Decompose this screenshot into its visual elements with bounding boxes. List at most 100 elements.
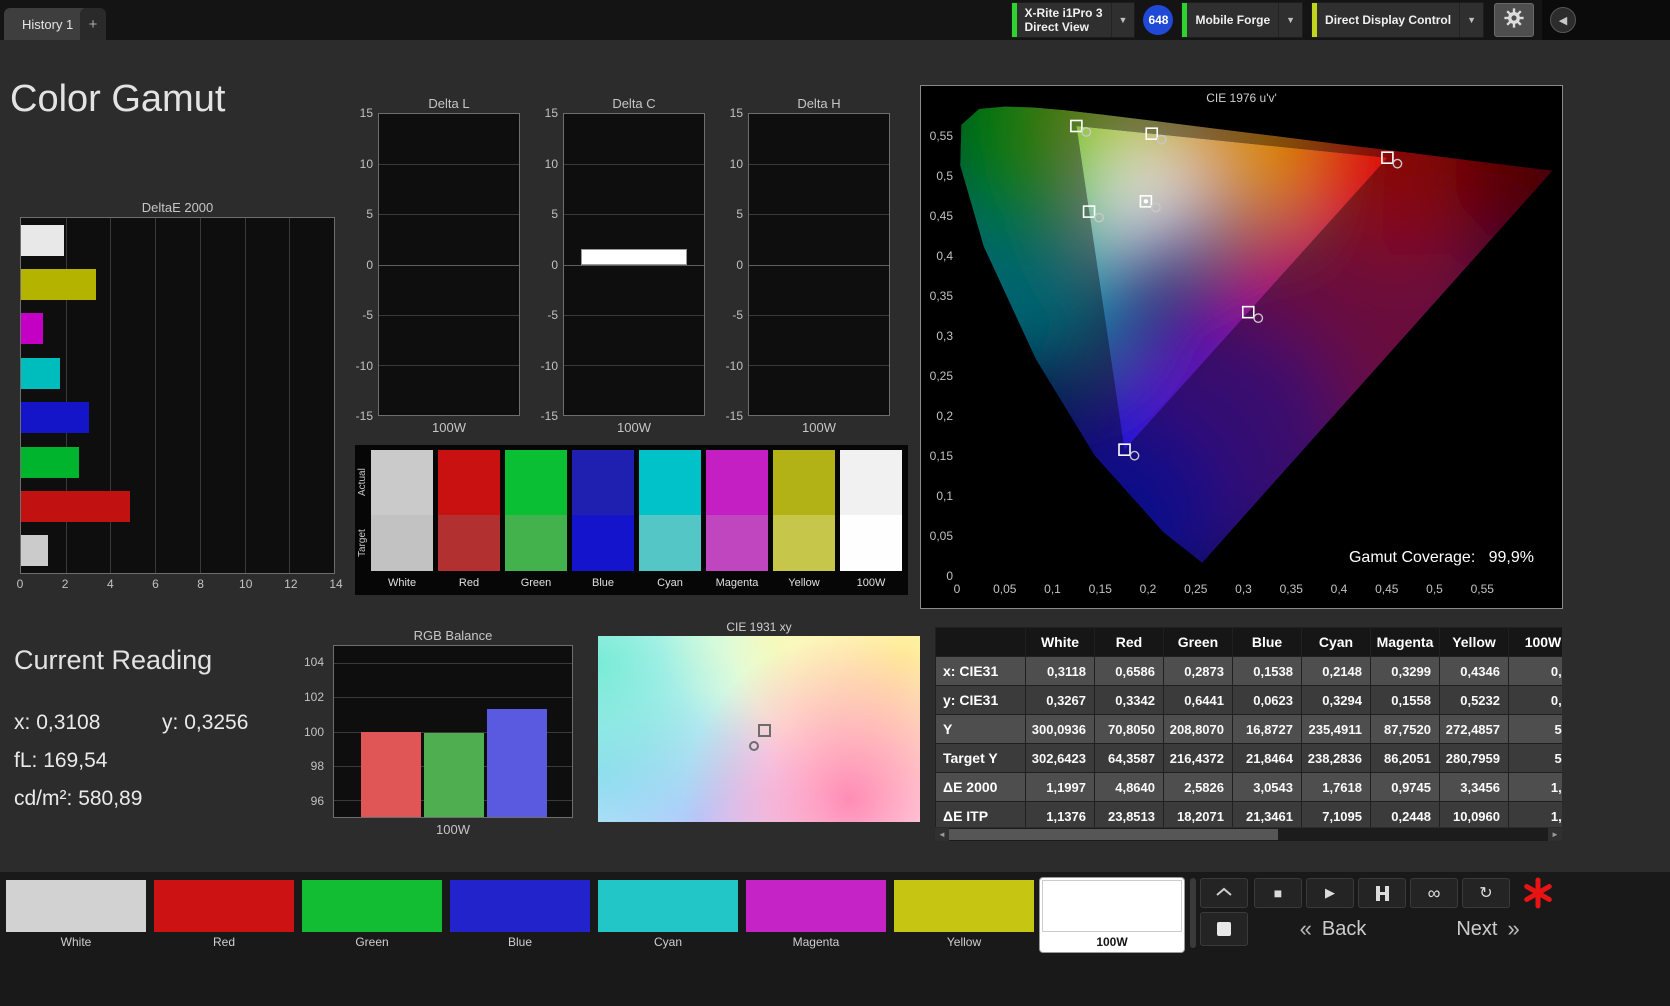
display-control-selector[interactable]: Direct Display Control ▼ [1311, 2, 1484, 38]
scrollbar-track[interactable] [949, 828, 1548, 841]
scroll-up-button[interactable] [1200, 878, 1248, 908]
scroll-right-icon[interactable]: ► [1548, 828, 1562, 841]
pattern-window-button[interactable] [1200, 912, 1248, 946]
rgb-balance-x-label: 100W [436, 822, 470, 837]
y-axis: 15 10 5 0 -5 -10 -15 [529, 106, 563, 423]
swatch-label: White [60, 935, 92, 949]
cie1976-axes: 0 0,05 0,1 0,15 0,2 0,25 0,3 0,35 0,4 0,45 0,5 0,55… [921, 86, 1562, 608]
table-cell: 235,4911 [1301, 714, 1371, 744]
table-row: Y 300,0936 70,8050 208,8070 16,8727 235,4911 8… [935, 714, 1562, 744]
table-row: Target Y 302,6423 64,3587 216,4372 21,8464 23… [935, 743, 1562, 773]
current-reading-title: Current Reading [14, 645, 213, 675]
deltae-bar-cyan [21, 357, 61, 389]
gamut-coverage-value: 99,9% [1488, 549, 1534, 566]
stop-button[interactable]: ■ [1254, 878, 1302, 908]
new-tab-button[interactable]: + [80, 8, 106, 40]
pause-icon [1375, 885, 1389, 901]
deltae2000-x-axis: 0 2 4 6 8 10 12 14 [17, 577, 343, 591]
swatch-label: Yellow [946, 935, 982, 949]
cie1976-title: CIE 1976 u'v' [1206, 91, 1277, 105]
table-header-cell [935, 627, 1026, 657]
deltae-bar-row [21, 218, 334, 262]
pattern-swatch-green[interactable]: Green [300, 878, 444, 952]
settings-gear-button[interactable] [1494, 3, 1534, 37]
gamut-coverage-label: Gamut Coverage: [1348, 549, 1476, 566]
gridline [749, 314, 889, 316]
table-row: x: CIE31 0,3118 0,6586 0,2873 0,1538 0,2148 0,… [935, 656, 1562, 686]
table-header-cell: White [1025, 627, 1095, 657]
back-button[interactable]: « Back [1254, 912, 1412, 946]
row-label: ΔE ITP [935, 801, 1026, 827]
table-cell: 0,3 [1508, 656, 1562, 686]
table-cell: 0,3118 [1025, 656, 1095, 686]
chart-title: Delta H [797, 96, 841, 111]
deltae2000-chart-title: DeltaE 2000 [141, 200, 214, 215]
chevron-down-icon[interactable]: ▼ [1110, 3, 1135, 37]
table-cell: 2,5826 [1163, 772, 1233, 802]
calibrate-asterisk-button[interactable] [1518, 876, 1558, 914]
axis-tick-label: 96 [310, 793, 324, 808]
axis-label: 100W [432, 420, 466, 435]
table-header-cell: Blue [1232, 627, 1302, 657]
refresh-button[interactable]: ↻ [1462, 878, 1510, 908]
compare-column-red: Red [438, 450, 500, 589]
delta-chart-delta-c: Delta C 15 10 5 0 -5 -10 -15 100W [529, 96, 705, 435]
chart-plot [563, 113, 705, 416]
swatch-color [1042, 880, 1182, 932]
pattern-swatch-blue[interactable]: Blue [448, 878, 592, 952]
swatch-label: 100W [1096, 935, 1128, 949]
cie1931-title: CIE 1931 xy [726, 620, 792, 634]
meter-selector[interactable]: X-Rite i1Pro 3 Direct View ▼ [1010, 2, 1136, 38]
gridline [564, 364, 704, 366]
compare-column-green: Green [505, 450, 567, 589]
axis-tick-label: 0,05 [929, 529, 953, 543]
swatch-label: Blue [591, 577, 615, 589]
table-scrollbar[interactable]: ◄ ► [935, 828, 1562, 841]
play-button[interactable]: ▶ [1306, 878, 1354, 908]
deltae-bar-row [21, 307, 334, 351]
pattern-swatch-white[interactable]: White [4, 878, 148, 952]
continuous-measure-button[interactable]: ∞ [1410, 878, 1458, 908]
axis-tick-label: 0,55 [929, 129, 953, 143]
next-button[interactable]: Next » [1414, 912, 1562, 946]
actual-swatch [371, 450, 433, 515]
source-name: Mobile Forge [1195, 13, 1271, 27]
axis-tick-label: 0,05 [993, 582, 1017, 596]
table-row: ΔE ITP 1,1376 23,8513 18,2071 21,3461 7,1095 0… [935, 801, 1562, 827]
axis-tick-label: 0,45 [929, 209, 953, 223]
pause-button[interactable] [1358, 878, 1406, 908]
pattern-swatch-yellow[interactable]: Yellow [892, 878, 1036, 952]
target-swatch [706, 515, 768, 571]
table-cell: 0,3342 [1094, 685, 1164, 715]
swatch-color [746, 880, 886, 932]
meter-line1: X-Rite i1Pro 3 [1024, 6, 1103, 20]
pattern-swatch-cyan[interactable]: Cyan [596, 878, 740, 952]
chevron-down-icon[interactable]: ▼ [1459, 3, 1483, 37]
table-cell: 0,2873 [1163, 656, 1233, 686]
collapse-panel-button[interactable]: ◀ [1550, 7, 1576, 33]
table-cell: 1,1997 [1025, 772, 1095, 802]
axis-tick-label: 10 [359, 156, 373, 171]
pattern-swatch-magenta[interactable]: Magenta [744, 878, 888, 952]
axis-tick-label: 4 [106, 577, 114, 591]
actual-swatch [706, 450, 768, 515]
rgb-balance-y-axis: 104 102 100 98 96 [299, 645, 329, 818]
pattern-swatch-red[interactable]: Red [152, 878, 296, 952]
table-cell: 0,4346 [1439, 656, 1509, 686]
swatch-label: Blue [507, 935, 533, 949]
scrollbar-thumb[interactable] [949, 829, 1279, 840]
axis-tick-label: -5 [362, 308, 373, 322]
axis-tick-label: 0,15 [1088, 582, 1112, 596]
axis-tick-label: 0,5 [1426, 582, 1443, 596]
tab-history-1[interactable]: History 1 [4, 8, 92, 40]
pattern-swatch-100w[interactable]: 100W [1040, 878, 1184, 952]
chevron-down-icon[interactable]: ▼ [1278, 3, 1302, 37]
axis-tick-label: 0,1 [1044, 582, 1061, 596]
deltae-bar-red [21, 490, 130, 522]
cie1931-measured-marker [749, 741, 760, 752]
source-selector[interactable]: Mobile Forge ▼ [1181, 2, 1304, 38]
back-label: Back [1321, 917, 1367, 940]
gridline [564, 214, 704, 216]
actual-swatch [505, 450, 567, 515]
scroll-left-icon[interactable]: ◄ [935, 828, 949, 841]
